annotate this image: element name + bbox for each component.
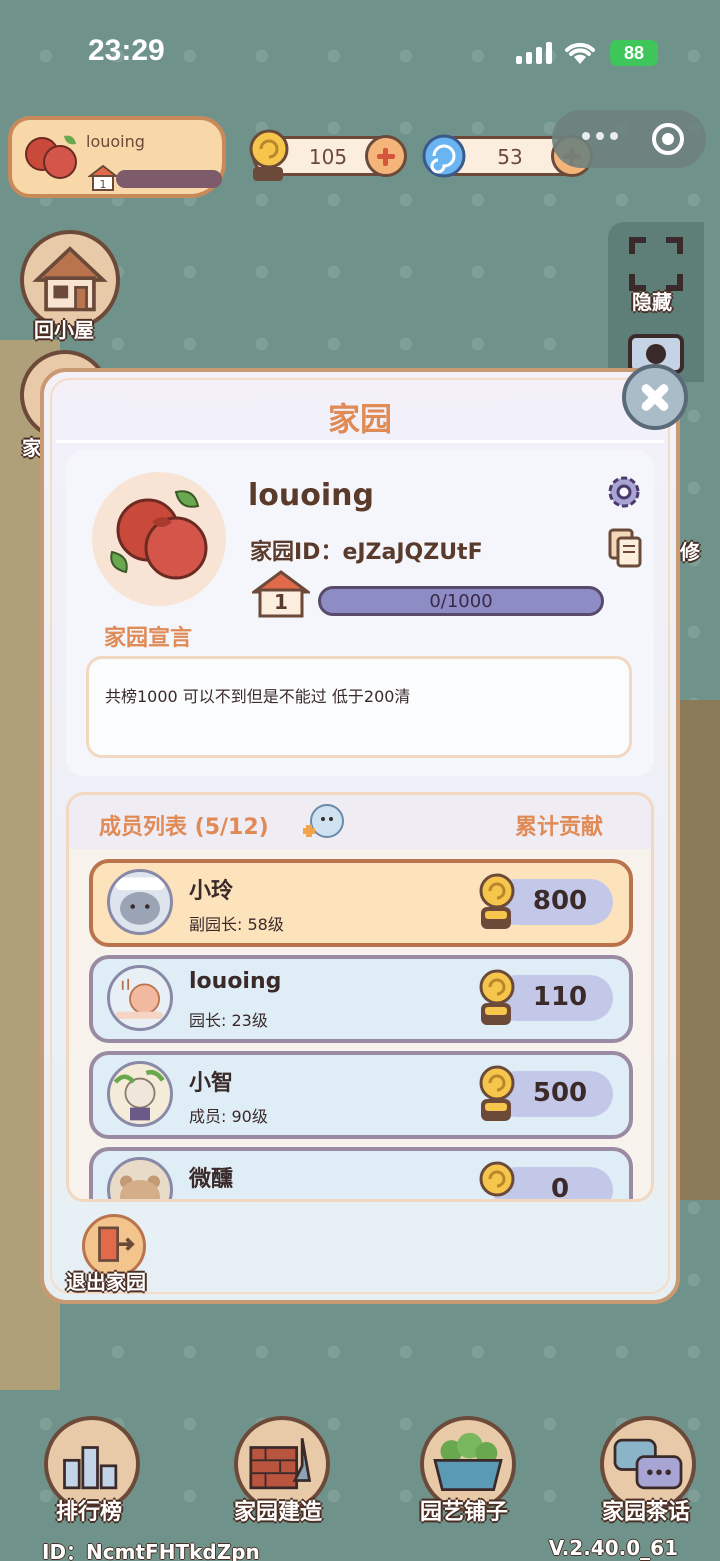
golden-snail-icon <box>479 873 515 929</box>
garden-avatar <box>92 472 226 606</box>
member-row[interactable]: louoing 园长: 23级 110 <box>89 955 633 1043</box>
house-level-icon: 1 <box>88 164 118 191</box>
add-snail-coin-button[interactable] <box>365 135 407 177</box>
chat-label: 家园茶话 <box>602 1500 691 1525</box>
exit-garden-label: 退出家园 <box>66 1270 146 1294</box>
member-row[interactable]: 微醺 0 <box>89 1147 633 1199</box>
declaration-text: 共榜1000 可以不到但是不能过 低于200清 <box>105 687 411 706</box>
fullscreen-icon[interactable] <box>628 236 684 292</box>
svg-text:1: 1 <box>100 178 107 191</box>
home-button-label: 回小屋 <box>34 318 94 342</box>
build-label: 家园建造 <box>234 1500 323 1525</box>
character-avatar <box>107 1061 173 1127</box>
snail-avatar-icon <box>115 978 163 1019</box>
rose-icon <box>110 490 208 580</box>
contribution-title: 累计贡献 <box>514 815 603 840</box>
modal-title: 家园 <box>327 400 392 438</box>
signal-icon <box>516 42 552 64</box>
declaration-box[interactable]: 共榜1000 可以不到但是不能过 低于200清 <box>86 656 632 758</box>
blue-swirl-icon <box>422 134 466 178</box>
garden-side-label: 家 <box>22 436 42 460</box>
garden-name: louoing <box>248 478 374 513</box>
members-header: 成员列表 (5/12) 累计贡献 <box>69 795 651 849</box>
bear-avatar <box>107 1157 173 1199</box>
garden-id: 家园ID：eJZaJQZUtF <box>250 534 483 566</box>
member-row[interactable]: 小玲 副园长: 58级 800 <box>89 859 633 947</box>
member-role: 副园长: 58级 <box>189 915 284 934</box>
house-icon <box>32 246 108 312</box>
close-miniprogram-icon[interactable] <box>652 123 684 155</box>
garden-level: 1 <box>274 590 288 614</box>
member-name: 小玲 <box>189 879 234 904</box>
members-title: 成员列表 (5/12) <box>99 815 269 840</box>
repair-label: 修 <box>680 540 700 564</box>
garden-progress-bar: 0/1000 <box>318 586 604 616</box>
add-member-icon[interactable] <box>299 801 345 843</box>
rose-avatar-icon <box>25 135 77 179</box>
title-divider <box>56 440 664 443</box>
status-bar: 23:29 88 <box>0 0 720 100</box>
golden-snail-icon <box>479 969 515 1025</box>
menu-capsule <box>552 110 706 168</box>
member-name: 微醺 <box>189 1167 234 1192</box>
golden-snail-icon <box>249 129 289 181</box>
snail-avatar <box>107 965 173 1031</box>
gear-icon[interactable] <box>604 472 644 512</box>
user-id: ID：NcmtFHTkdZpn <box>42 1540 260 1561</box>
ranking-label: 排行榜 <box>56 1500 123 1525</box>
shop-label: 园艺铺子 <box>420 1500 509 1525</box>
status-time: 23:29 <box>88 34 165 67</box>
more-options-icon[interactable] <box>582 132 618 140</box>
member-name: 小智 <box>189 1071 234 1096</box>
character-avatar-icon <box>113 1069 165 1121</box>
golden-snail-icon <box>479 1065 515 1121</box>
member-name: louoing <box>189 969 282 994</box>
member-role: 园长: 23级 <box>189 1011 268 1030</box>
profile-card[interactable]: louoing 1 <box>8 116 226 198</box>
members-list: 成员列表 (5/12) 累计贡献 小玲 副园长: 58级 800 louoing… <box>66 792 654 1202</box>
member-row[interactable]: 小智 成员: 90级 500 <box>89 1051 633 1139</box>
cat-icon <box>115 877 165 925</box>
copy-icon[interactable] <box>608 528 644 568</box>
hide-label: 隐藏 <box>632 290 672 314</box>
profile-name: louoing <box>86 132 145 151</box>
declaration-label: 家园宣言 <box>104 626 193 651</box>
battery-indicator: 88 <box>610 40 658 66</box>
wifi-icon <box>565 42 595 64</box>
version: V.2.40.0_61 <box>548 1536 678 1560</box>
member-role: 成员: 90级 <box>189 1107 268 1126</box>
garden-id-label: 家园ID： <box>250 540 343 565</box>
cat-avatar <box>107 869 173 935</box>
garden-id-value: eJZaJQZUtF <box>342 540 483 565</box>
close-modal-button[interactable] <box>622 364 688 430</box>
golden-snail-icon <box>479 1161 515 1197</box>
right-tool-panel: 隐藏 <box>608 222 704 382</box>
progress-text: 0/1000 <box>429 591 493 612</box>
snail-coin-counter: 105 <box>249 129 407 181</box>
bear-icon <box>120 1175 160 1199</box>
profile-progress-bar <box>116 170 222 188</box>
